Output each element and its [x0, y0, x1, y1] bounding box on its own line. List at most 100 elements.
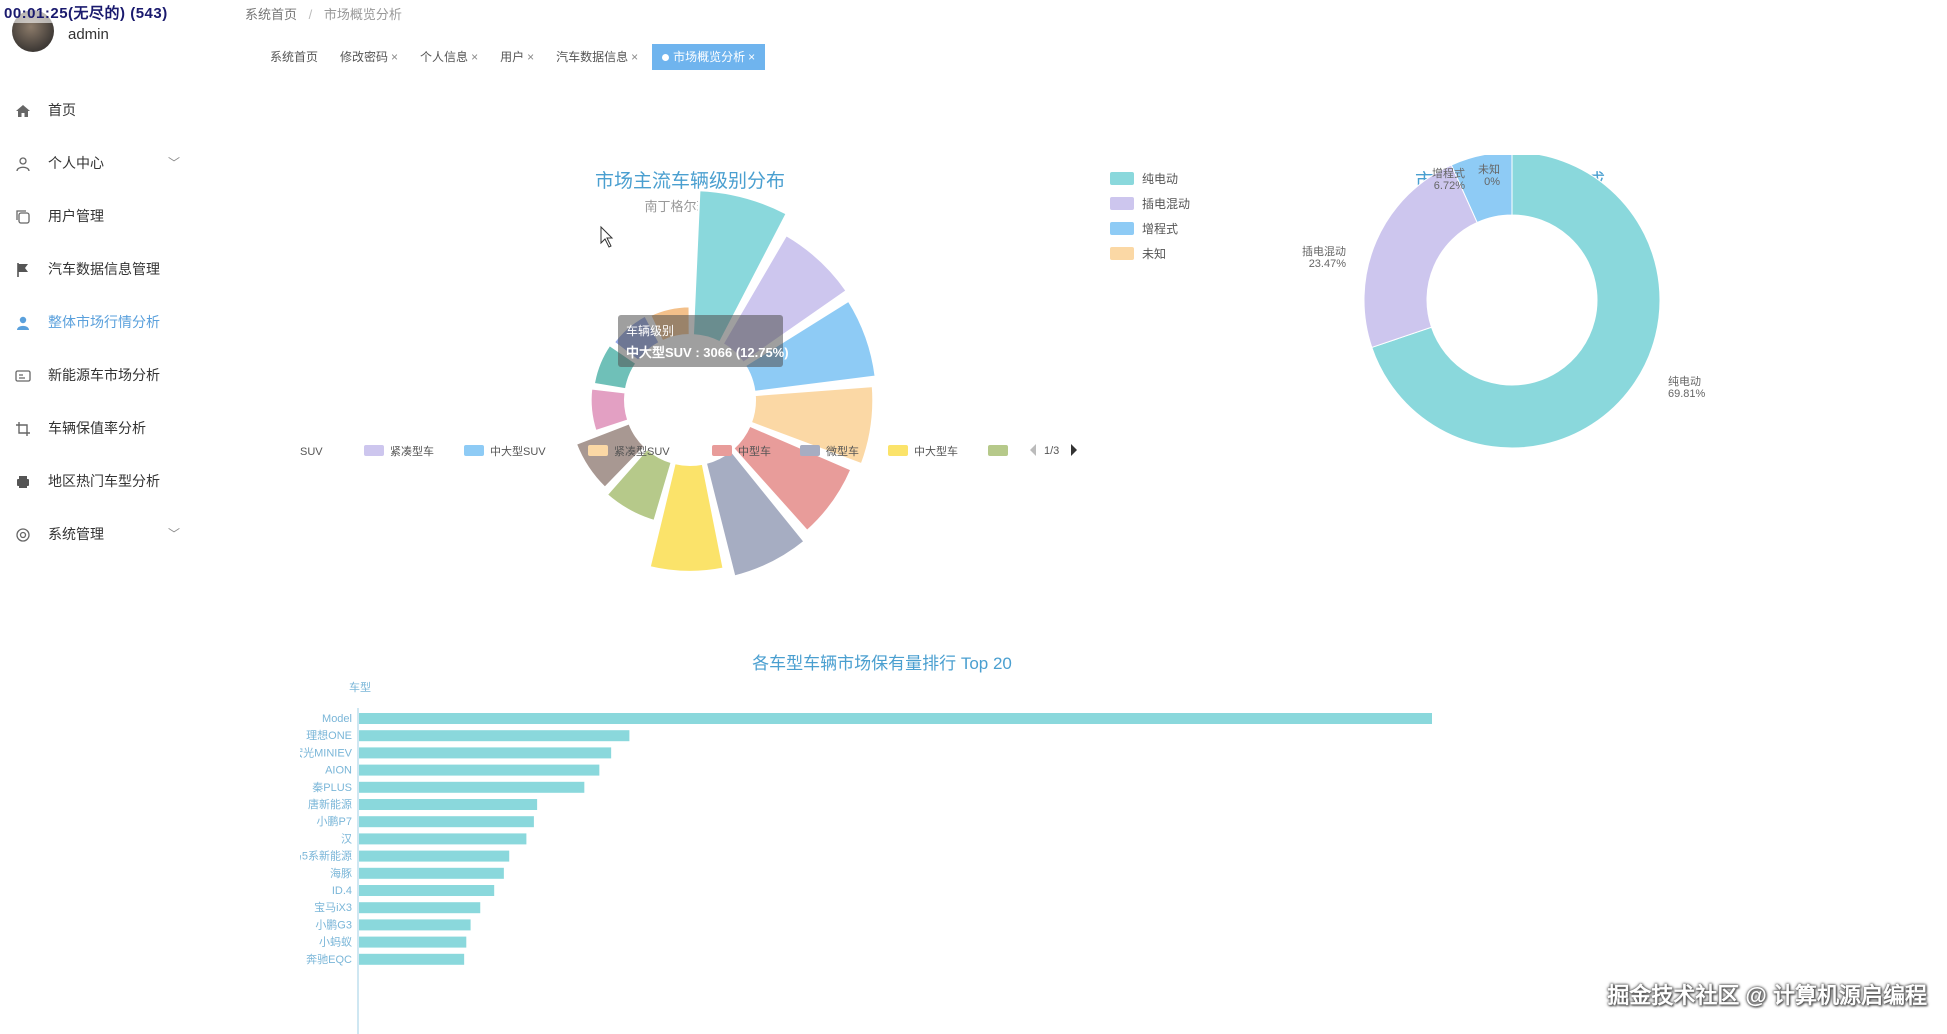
sidebar-item-4[interactable]: 整体市场行情分析: [0, 296, 200, 349]
rose-legend-item-3[interactable]: 紧凑型SUV: [588, 444, 670, 458]
bar-6[interactable]: [359, 816, 534, 828]
bar-category-label: 秦PLUS: [312, 780, 352, 794]
sidebar-item-label: 新能源车市场分析: [48, 367, 160, 383]
tab-label: 用户: [500, 50, 525, 64]
bar-8[interactable]: [359, 850, 510, 862]
breadcrumb: 系统首页 / 市场概览分析: [245, 4, 402, 23]
sidebar-item-label: 车辆保值率分析: [48, 420, 146, 436]
close-icon[interactable]: ×: [391, 50, 398, 64]
bar-10[interactable]: [359, 885, 495, 896]
donut-label-value: 23.47%: [1309, 258, 1347, 270]
bar-category-label: 奔驰EQC: [306, 952, 352, 966]
crop-icon: [14, 420, 32, 438]
bar-2[interactable]: [359, 747, 612, 759]
legend-swatch: [1110, 172, 1134, 185]
rose-legend-item-2[interactable]: 中大型SUV: [464, 444, 546, 458]
legend-label: 未知: [1142, 247, 1166, 261]
sidebar: 00:01:25(无尽的) (543) admin 首页 个人中心 ﹀ 用户管理 汽车数…: [0, 0, 200, 1034]
tab-2[interactable]: 个人信息 ×: [412, 44, 486, 70]
person-icon: [14, 314, 32, 332]
bar-3[interactable]: [359, 764, 600, 776]
bar-13[interactable]: [359, 936, 467, 948]
settings-icon: [14, 526, 32, 544]
rose-legend-item-4[interactable]: 中型车: [712, 444, 771, 458]
close-icon[interactable]: ×: [631, 50, 638, 64]
rose-legend-item-6[interactable]: 中大型车: [888, 444, 958, 458]
bar-0[interactable]: [359, 713, 1432, 724]
bar-chart-ylabel: 车型: [349, 680, 371, 694]
donut-legend-item-3[interactable]: 未知: [1110, 247, 1166, 261]
rose-legend-item-1[interactable]: 紧凑型车: [364, 444, 434, 458]
donut-slice-1[interactable]: [1363, 164, 1478, 349]
legend-swatch: [712, 445, 732, 456]
close-icon[interactable]: ×: [748, 50, 755, 64]
sidebar-item-1[interactable]: 个人中心 ﹀: [0, 137, 200, 190]
donut-legend-item-0[interactable]: 纯电动: [1110, 172, 1178, 186]
donut-legend-item-2[interactable]: 增程式: [1110, 221, 1178, 236]
tooltip-title: 车辆级别: [626, 323, 674, 338]
tab-1[interactable]: 修改密码 ×: [332, 44, 406, 70]
bar-category-label: AION: [325, 765, 352, 777]
breadcrumb-separator: /: [308, 7, 313, 22]
close-icon[interactable]: ×: [471, 50, 478, 64]
legend-swatch: [1110, 197, 1134, 210]
rose-legend-item-7[interactable]: [988, 445, 1008, 456]
bar-chart-title: 各车型车辆市场保有量排行 Top 20: [752, 654, 1012, 673]
tab-4[interactable]: 汽车数据信息 ×: [548, 44, 646, 70]
rose-slice-9[interactable]: [589, 387, 630, 433]
breadcrumb-current: 市场概览分析: [323, 7, 402, 22]
donut-label-2: 增程式6.72%: [1432, 166, 1465, 192]
bar-category-label: 理想ONE: [306, 728, 352, 742]
tab-0[interactable]: 系统首页: [262, 44, 326, 70]
donut-legend-item-1[interactable]: 插电混动: [1110, 197, 1190, 211]
sidebar-item-3[interactable]: 汽车数据信息管理: [0, 243, 200, 296]
home-icon: [14, 102, 32, 120]
bar-9[interactable]: [359, 867, 504, 879]
bar-11[interactable]: [359, 902, 481, 914]
bar-category-label: 小鹏P7: [317, 815, 352, 828]
rose-legend-item-0[interactable]: 中型SUV: [300, 444, 323, 458]
watermark: 掘金技术社区 @ 计算机源启编程: [1607, 983, 1927, 1008]
donut-chart: 市场车辆燃料类型构成环形图纯电动插电混动增程式未知纯电动69.81%插电混动23…: [1110, 155, 1706, 449]
bar-1[interactable]: [359, 730, 630, 742]
chevron-down-icon: ﹀: [167, 156, 180, 170]
active-dot: [662, 54, 670, 62]
rose-legend-item-5[interactable]: 微型车: [800, 444, 859, 458]
bar-12[interactable]: [359, 919, 471, 931]
close-icon[interactable]: ×: [527, 50, 534, 64]
rose-chart-title: 市场主流车辆级别分布: [595, 170, 785, 192]
legend-label: 紧凑型车: [390, 444, 434, 458]
flag-icon: [14, 261, 32, 279]
sidebar-item-7[interactable]: 地区热门车型分析: [0, 455, 200, 508]
tab-3[interactable]: 用户 ×: [492, 44, 542, 70]
sidebar-item-8[interactable]: 系统管理 ﹀: [0, 508, 200, 561]
bar-4[interactable]: [359, 781, 585, 793]
donut-label-0: 纯电动69.81%: [1668, 375, 1706, 400]
donut-label-value: 69.81%: [1668, 388, 1706, 400]
bar-category-label: 宏光MINIEV: [300, 745, 353, 759]
user-icon: [14, 155, 32, 173]
tooltip-text: 中大型SUV : 3066 (12.75%): [626, 345, 789, 360]
sidebar-item-label: 汽车数据信息管理: [48, 261, 160, 277]
bar-5[interactable]: [359, 799, 538, 810]
next-arrow-icon[interactable]: [1071, 444, 1077, 456]
legend-swatch: [588, 445, 608, 456]
sidebar-item-0[interactable]: 首页: [0, 84, 200, 137]
sidebar-item-6[interactable]: 车辆保值率分析: [0, 402, 200, 455]
prev-arrow-icon[interactable]: [1030, 444, 1036, 456]
tab-label: 市场概览分析: [673, 50, 746, 64]
tab-5[interactable]: 市场概览分析 ×: [652, 44, 766, 70]
legend-label: 中大型车: [914, 444, 958, 458]
legend-page-indicator: 1/3: [1044, 445, 1059, 457]
bar-category-label: 宝马5系新能源: [300, 849, 352, 863]
bar-7[interactable]: [359, 833, 527, 845]
legend-label: 紧凑型SUV: [614, 444, 670, 458]
breadcrumb-home[interactable]: 系统首页: [245, 7, 297, 22]
donut-label-name: 未知: [1478, 162, 1500, 176]
legend-label: 中型车: [738, 444, 771, 458]
bar-14[interactable]: [359, 953, 465, 965]
sidebar-item-5[interactable]: 新能源车市场分析: [0, 349, 200, 402]
legend-label: 微型车: [826, 444, 859, 458]
rose-tooltip: 车辆级别中大型SUV : 3066 (12.75%): [618, 315, 789, 367]
sidebar-item-2[interactable]: 用户管理: [0, 190, 200, 243]
